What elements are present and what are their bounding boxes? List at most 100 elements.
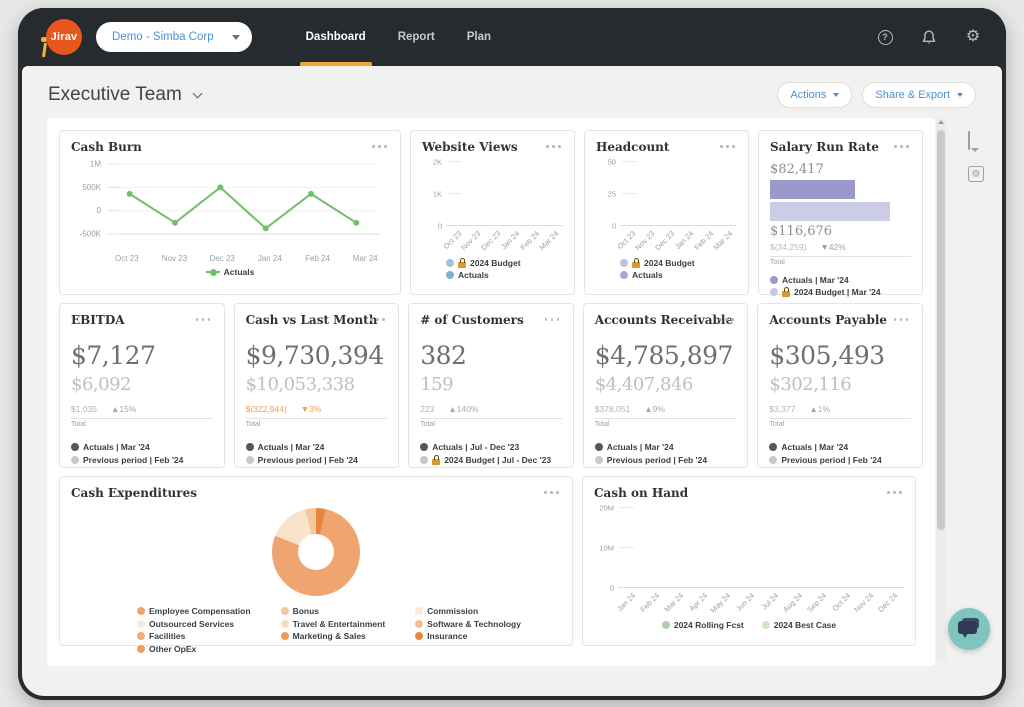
headcount-plot-area: 50250 [596,162,737,226]
legend-items: 2024 Rolling Fcst2024 Best Case [662,620,836,630]
kpi-primary-value: 382 [420,341,562,370]
legend-item: Insurance [415,631,521,641]
chat-support-button[interactable] [948,608,990,650]
dashboard-settings-icon[interactable]: ⚙ [968,166,986,182]
data-point[interactable] [263,225,269,231]
kpi-primary-value: $4,785,897 [595,341,737,370]
card-cash-expenditures: Cash Expenditures Employee CompensationO… [59,476,573,646]
card-menu-icon[interactable] [196,316,212,322]
cash_on_hand-plot-area: 20M10M0 [594,508,904,588]
y-tick-label: 10M [599,544,614,553]
kpi-delta-row: $(322,944)▼3% [246,404,388,414]
x-tick: Apr 24 [689,588,713,616]
legend-dot [281,607,289,615]
kpi-delta-pct: ▼3% [301,404,322,414]
y-tick-label: 0 [438,222,442,231]
y-axis: 2K1K0 [422,162,446,226]
legend-dot [246,456,254,464]
legend-label: 2024 Budget [644,258,695,268]
x-tick: Nov 23 [466,226,486,254]
kpi-card: Cash vs Last Month$9,730,394$10,053,338$… [234,303,400,468]
legend-dot [137,607,145,615]
kpi-delta-row: $378,051▲9% [595,404,737,414]
chevron-down-icon [192,88,202,98]
legend-column: BonusTravel & EntertainmentMarketing & S… [281,606,386,654]
dashboard-title-dropdown[interactable]: Executive Team [48,84,201,106]
card-menu-icon[interactable] [894,316,910,322]
gridline [622,161,636,162]
x-tick: Feb 24 [524,226,544,254]
card-menu-icon[interactable] [546,143,562,149]
legend-item: 2024 Budget | Jul - Dec '23 [420,455,562,465]
tab-report[interactable]: Report [382,8,451,66]
legend-item: Other OpEx [137,644,251,654]
card-menu-icon[interactable] [544,489,560,495]
vertical-scrollbar[interactable] [936,118,946,663]
legend-item: Employee Compensation [137,606,251,616]
legend-item: Commission [415,606,521,616]
legend-label: Actuals [458,270,489,280]
jirav-logo[interactable]: Jirav [42,17,82,57]
card-menu-icon[interactable] [894,143,910,149]
share-export-button[interactable]: Share & Export [862,82,976,108]
scroll-up-arrow-icon[interactable] [938,120,944,124]
kpi-secondary-value: $302,116 [769,374,911,395]
kpi-legend: Actuals | Mar '24Previous period | Feb '… [71,442,213,465]
legend-item: Actuals [206,267,255,277]
legend-label: Facilities [149,631,185,641]
data-point[interactable] [353,220,359,226]
legend-item: Previous period | Feb '24 [595,455,737,465]
legend-dot [281,632,289,640]
tab-plan[interactable]: Plan [451,8,507,66]
comments-icon[interactable] [968,132,986,148]
card-menu-icon[interactable] [887,489,903,495]
header-buttons: Actions Share & Export [777,82,976,108]
right-rail: ⚙ [968,132,986,182]
scrollbar-thumb[interactable] [937,130,945,530]
kpi-card: Accounts Payable$305,493$302,116$3,377▲1… [757,303,923,468]
data-point[interactable] [127,191,133,197]
y-tick-label: 50 [608,158,616,167]
kpi-delta-pct: ▲15% [111,404,136,414]
legend-label: Previous period | Feb '24 [83,455,183,465]
legend-item: 2024 Budget | Mar '24 [770,287,881,297]
legend-label: Insurance [427,631,467,641]
legend-label: Actuals | Mar '24 [258,442,325,452]
legend-item: Marketing & Sales [281,631,386,641]
data-point[interactable] [217,184,223,190]
card-menu-icon[interactable] [719,316,735,322]
company-selector[interactable]: Demo - Simba Corp [96,22,252,52]
card-menu-icon[interactable] [370,316,386,322]
legend-label: Bonus [293,606,319,616]
legend-dot [769,443,777,451]
x-tick: Mar 24 [666,588,690,616]
website_views-legend: 2024 Budget Actuals [446,258,563,280]
gridline [620,547,634,548]
card-cash-burn: Cash Burn 1M500K0-500KOct 23Nov 23Dec 23… [59,130,401,295]
navbar-icons: ? ⚙ [876,28,982,46]
card-menu-icon[interactable] [372,143,388,149]
website-views-bar-chart: 2K1K0Oct 23Nov 23Dec 23Jan 24Feb 24Mar 2… [422,162,563,280]
legend-label: 2024 Budget | Mar '24 [794,287,881,297]
website_views-plot-area: 2K1K0 [422,162,563,226]
gridline [622,193,636,194]
data-point[interactable] [308,191,314,197]
legend-dot [415,620,423,628]
kpi-legend: Actuals | Mar '24Previous period | Feb '… [769,442,911,465]
card-menu-icon[interactable] [545,316,561,322]
dashboard-board: Cash Burn 1M500K0-500KOct 23Nov 23Dec 23… [47,118,935,666]
x-tick: Aug 24 [785,588,809,616]
card-menu-icon[interactable] [720,143,736,149]
settings-gear-icon[interactable]: ⚙ [964,28,982,46]
help-icon[interactable]: ? [876,28,894,46]
tab-dashboard[interactable]: Dashboard [290,8,382,66]
data-point[interactable] [172,220,178,226]
legend-line [206,271,220,273]
y-tick-label: 1K [433,190,442,199]
legend-label: Actuals | Mar '24 [607,442,674,452]
actions-button[interactable]: Actions [777,82,852,108]
x-axis-labels: Oct 23Nov 23Dec 23Jan 24Feb 24Mar 24 [446,226,563,254]
y-tick-label: 0 [612,222,616,231]
legend-item: 2024 Budget [446,258,521,268]
notifications-bell-icon[interactable] [920,28,938,46]
